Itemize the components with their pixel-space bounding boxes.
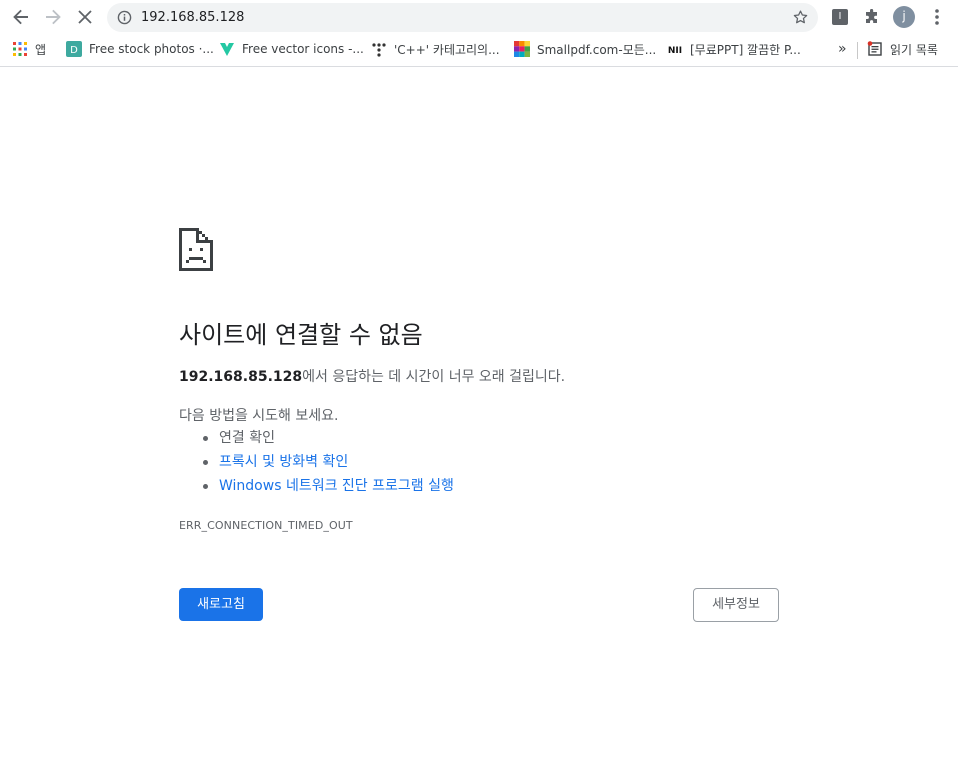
bookmark-label: Smallpdf.com-모든... bbox=[537, 42, 657, 57]
suggestion-check-connection: 연결 확인 bbox=[179, 427, 454, 451]
more-vert-icon bbox=[935, 9, 939, 25]
extension-i-icon[interactable]: I bbox=[832, 9, 848, 25]
bookmark-free-vector-icons[interactable]: Free vector icons -... bbox=[219, 35, 364, 63]
svg-text:D: D bbox=[70, 45, 78, 56]
details-button[interactable]: 세부정보 bbox=[693, 588, 779, 622]
suggestions-intro: 다음 방법을 시도해 보세요. bbox=[179, 408, 339, 424]
suggestion-check-proxy-firewall[interactable]: 프록시 및 방화벽 확인 bbox=[179, 451, 454, 475]
bookmarks-separator bbox=[857, 42, 858, 59]
bookmark-free-stock-photos[interactable]: D Free stock photos ·... bbox=[66, 35, 214, 63]
puzzle-icon bbox=[866, 9, 877, 23]
bookmark-label: [무료PPT] 깔끔한 P... bbox=[690, 42, 801, 57]
back-arrow-icon bbox=[13, 9, 28, 25]
info-icon[interactable] bbox=[117, 10, 132, 25]
network-diagnostics-link[interactable]: Windows 네트워크 진단 프로그램 실행 bbox=[219, 478, 454, 494]
error-title: 사이트에 연결할 수 없음 bbox=[179, 321, 423, 349]
proxy-firewall-link[interactable]: 프록시 및 방화벽 확인 bbox=[219, 454, 348, 470]
close-icon bbox=[78, 10, 92, 24]
svg-text:NII: NII bbox=[668, 46, 682, 56]
error-host: 192.168.85.128 bbox=[179, 369, 303, 385]
bookmark-free-ppt[interactable]: NII [무료PPT] 깔끔한 P... bbox=[667, 35, 801, 63]
smallpdf-icon bbox=[514, 41, 530, 57]
green-v-icon bbox=[220, 43, 234, 56]
bookmark-label: Free vector icons -... bbox=[242, 42, 364, 56]
address-bar[interactable]: 192.168.85.128 bbox=[107, 3, 818, 32]
suggestion-text: 연결 확인 bbox=[219, 430, 275, 446]
bookmarks-bar: 앱 D Free stock photos ·... Free vector i… bbox=[0, 35, 958, 67]
bookmark-label: 앱 bbox=[35, 42, 47, 57]
bookmark-star-icon[interactable] bbox=[792, 9, 809, 26]
menu-button[interactable] bbox=[924, 4, 950, 30]
url-text[interactable]: 192.168.85.128 bbox=[141, 3, 244, 32]
extensions-button[interactable] bbox=[859, 4, 885, 30]
teal-d-icon: D bbox=[66, 41, 82, 57]
bookmark-label: Free stock photos ·... bbox=[89, 42, 214, 56]
nii-icon: NII bbox=[667, 43, 683, 56]
bookmark-label: 'C++' 카테고리의... bbox=[394, 42, 500, 57]
bookmark-cpp-category[interactable]: 'C++' 카테고리의... bbox=[371, 35, 500, 63]
bookmark-smallpdf[interactable]: Smallpdf.com-모든... bbox=[514, 35, 656, 63]
profile-avatar[interactable]: j bbox=[893, 6, 915, 28]
back-button[interactable] bbox=[8, 4, 34, 30]
dots-icon bbox=[372, 43, 386, 57]
reading-list-label: 읽기 목록 bbox=[890, 42, 938, 57]
error-description-text: 에서 응답하는 데 시간이 너무 오래 걸립니다. bbox=[302, 369, 566, 385]
stop-loading-button[interactable] bbox=[72, 4, 98, 30]
browser-toolbar: 192.168.85.128 I j bbox=[0, 0, 958, 35]
reading-list-button[interactable]: 읽기 목록 bbox=[867, 35, 938, 63]
error-description: 192.168.85.128에서 응답하는 데 시간이 너무 오래 걸립니다. bbox=[179, 366, 565, 386]
reload-button[interactable]: 새로고침 bbox=[179, 588, 263, 621]
bookmarks-overflow-button[interactable]: » bbox=[838, 35, 847, 63]
sad-page-icon bbox=[179, 228, 213, 271]
apps-grid-icon bbox=[13, 42, 27, 56]
forward-button[interactable] bbox=[40, 4, 66, 30]
forward-arrow-icon bbox=[46, 9, 61, 25]
reading-list-icon bbox=[867, 41, 882, 56]
suggestion-run-diagnostics[interactable]: Windows 네트워크 진단 프로그램 실행 bbox=[179, 475, 454, 499]
bookmark-apps[interactable]: 앱 bbox=[12, 35, 46, 63]
error-code: ERR_CONNECTION_TIMED_OUT bbox=[179, 519, 353, 532]
suggestions-list: 연결 확인 프록시 및 방화벽 확인 Windows 네트워크 진단 프로그램 … bbox=[179, 427, 454, 499]
